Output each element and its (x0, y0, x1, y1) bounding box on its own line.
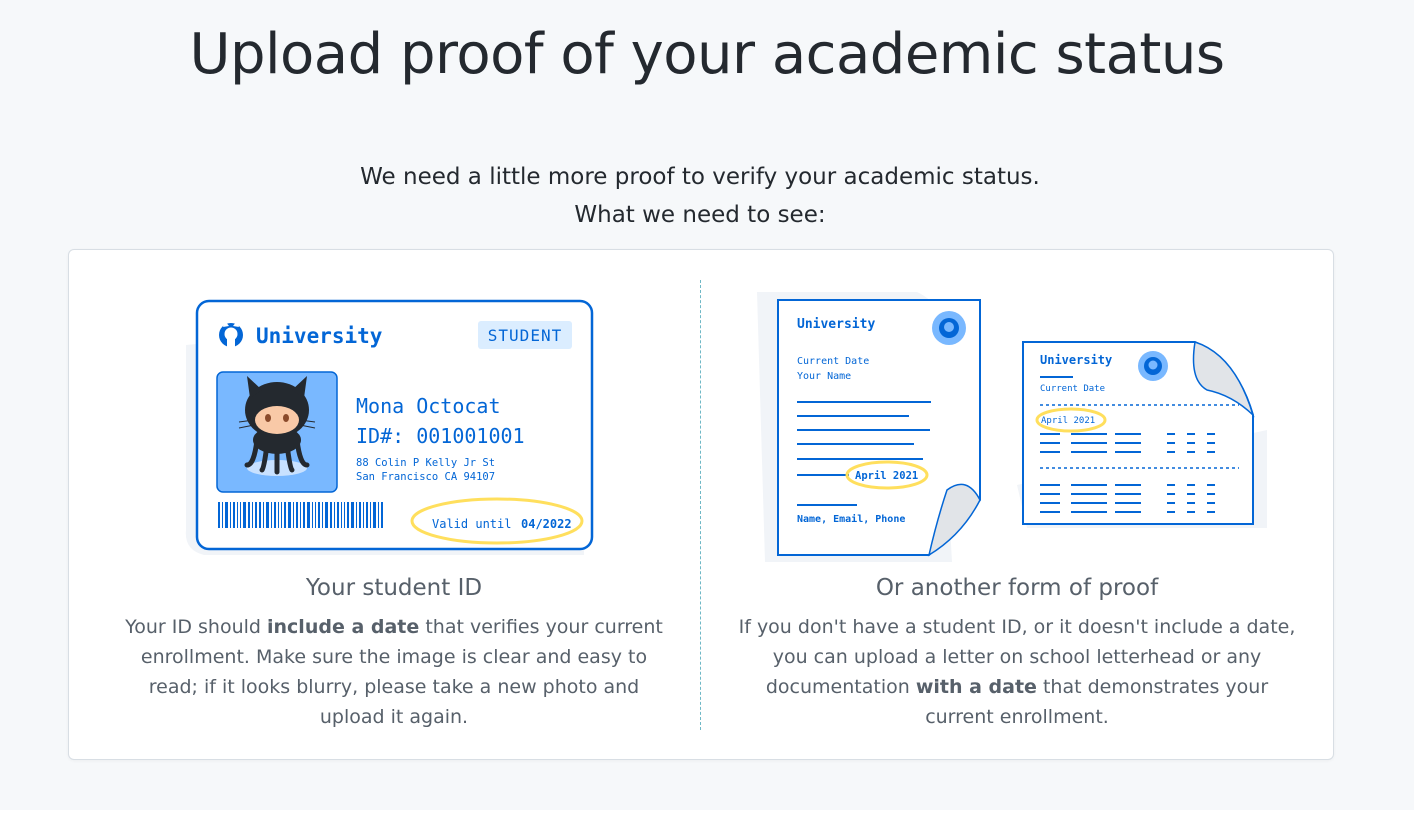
student-badge-label: STUDENT (488, 326, 562, 345)
letter-document: University Current Date Your Name April … (777, 299, 981, 557)
subtitle-line-1: We need a little more proof to verify yo… (360, 164, 1040, 190)
page-subtitle: We need a little more proof to verify yo… (0, 158, 1400, 234)
letter-footer: Name, Email, Phone (797, 513, 905, 525)
other-proof-illustration: University Current Date Your Name April … (757, 292, 1267, 562)
transcript-date-stamp: April 2021 (1041, 416, 1095, 426)
letter-your-name: Your Name (797, 371, 851, 382)
other-proof-heading: Or another form of proof (875, 575, 1159, 601)
card-address-line-2: San Francisco CA 94107 (356, 471, 495, 483)
card-address-line-1: 88 Colin P Kelly Jr St (356, 457, 495, 469)
student-id-heading: Your student ID (305, 575, 483, 601)
card-student-id: ID#: 001001001 (356, 424, 525, 448)
other-proof-description-emphasis: with a date (915, 676, 1037, 698)
card-valid-label: Valid until (432, 517, 511, 531)
card-valid-date: 04/2022 (521, 517, 572, 531)
student-id-illustration: University STUDENT Mona Octocat ID#: 001… (185, 299, 594, 555)
student-id-description-text: Your ID should (125, 616, 267, 638)
other-proof-description: If you don't have a student ID, or it do… (737, 612, 1297, 732)
page-title: Upload proof of your academic status (189, 22, 1225, 87)
transcript-institution: University (1040, 353, 1112, 367)
octocat-mascot (238, 376, 316, 476)
card-student-name: Mona Octocat (356, 394, 501, 418)
column-divider (700, 280, 701, 730)
github-seal-icon (932, 311, 966, 345)
transcript-document: University Current Date April 2021 (1022, 341, 1255, 525)
proof-options-panel: University STUDENT Mona Octocat ID#: 001… (68, 249, 1334, 760)
student-id-description-emphasis: include a date (267, 616, 420, 638)
letter-current-date: Current Date (797, 356, 869, 367)
transcript-current-date: Current Date (1040, 384, 1105, 394)
letter-date-stamp: April 2021 (855, 470, 918, 482)
letter-institution: University (797, 317, 875, 332)
student-id-description: Your ID should include a date that verif… (114, 612, 674, 732)
subtitle-line-2: What we need to see: (574, 202, 826, 228)
card-institution: University (256, 324, 383, 348)
